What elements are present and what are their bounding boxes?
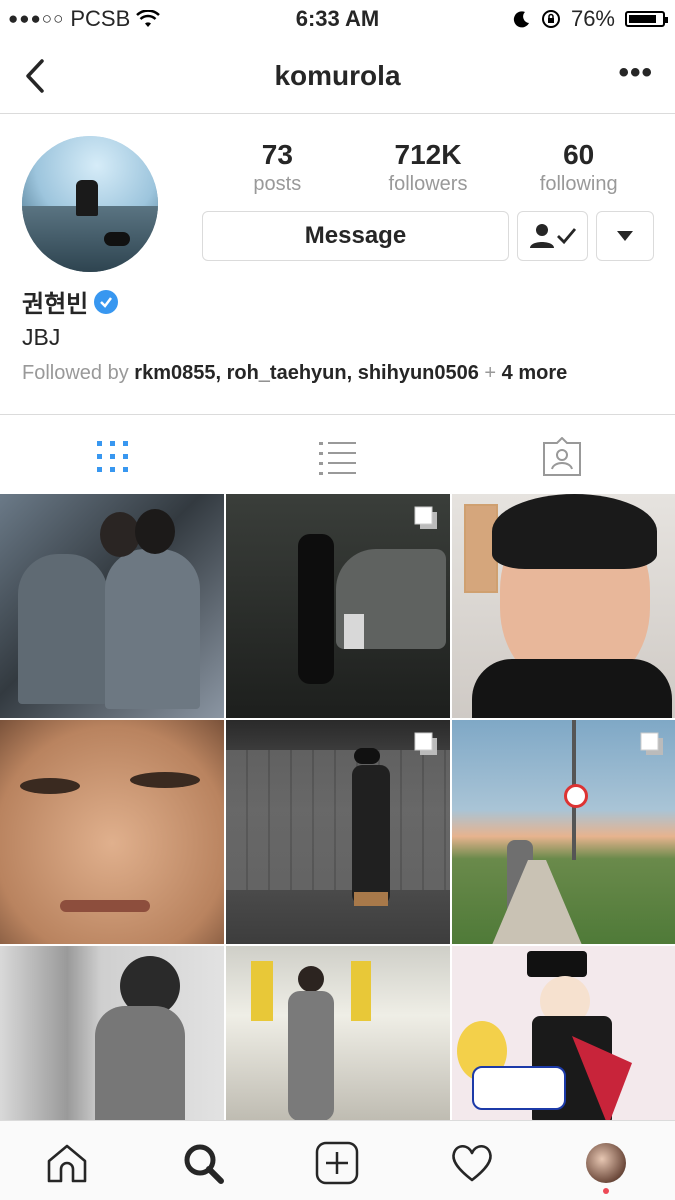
grid-post-2[interactable] (226, 494, 450, 718)
photo-grid (0, 494, 675, 1120)
followed-by-users[interactable]: rkm0855, roh_taehyun, shihyun0506 (134, 362, 479, 384)
following-label: following (539, 173, 618, 195)
heart-icon[interactable] (450, 1141, 494, 1185)
following-button[interactable] (517, 211, 588, 261)
profile-stats: 73 posts 712K followers 60 following (202, 140, 654, 198)
suggestions-dropdown-button[interactable] (596, 211, 654, 261)
nav-bar: komurola ••• (0, 36, 675, 114)
grid-icon[interactable] (93, 437, 133, 477)
profile-avatar[interactable] (22, 136, 158, 272)
following-count: 60 (563, 139, 595, 170)
grid-post-6[interactable] (452, 720, 675, 944)
multiple-photos-icon (640, 732, 663, 755)
followed-by-line[interactable]: Followed by rkm0855, roh_taehyun, shihyu… (22, 362, 567, 385)
grid-post-5[interactable] (226, 720, 450, 944)
multiple-photos-icon (414, 732, 437, 755)
profile-name: 권현빈 (22, 291, 89, 318)
posts-count: 73 (261, 139, 293, 170)
notification-dot (603, 1188, 609, 1194)
list-icon[interactable] (318, 437, 358, 477)
followers-stat[interactable]: 712K followers (353, 140, 504, 198)
new-post-icon[interactable] (315, 1141, 359, 1185)
grid-post-7[interactable] (0, 946, 224, 1120)
profile-tab-avatar[interactable] (586, 1143, 626, 1183)
battery-percentage: 76% (570, 6, 615, 31)
battery-icon (625, 11, 668, 27)
moon-icon (513, 11, 529, 28)
profile-name-row: 권현빈 (22, 284, 119, 319)
multiple-photos-icon (414, 506, 437, 529)
verified-badge-icon (94, 289, 119, 314)
following-stat[interactable]: 60 following (503, 140, 654, 198)
home-icon[interactable] (45, 1141, 89, 1185)
more-options-icon[interactable]: ••• (618, 56, 653, 90)
followers-count: 712K (394, 139, 462, 170)
rotation-lock-icon (541, 10, 560, 28)
view-tabs (0, 414, 675, 494)
person-check-icon (529, 224, 576, 248)
grid-post-3[interactable] (452, 494, 675, 718)
posts-stat[interactable]: 73 posts (202, 140, 353, 198)
profile-bio: JBJ (22, 324, 61, 350)
grid-post-8[interactable] (226, 946, 450, 1120)
followed-by-separator: + (478, 362, 502, 384)
grid-post-4[interactable] (0, 720, 224, 944)
message-button[interactable]: Message (202, 211, 509, 261)
grid-post-1[interactable] (0, 494, 224, 718)
posts-label: posts (253, 173, 302, 195)
caret-down-icon (617, 231, 633, 241)
status-bar: ●●●○○ PCSB 6:33 AM 76% (0, 0, 675, 36)
status-icons: 76% (513, 6, 668, 32)
followed-by-more[interactable]: 4 more (502, 362, 568, 384)
search-icon[interactable] (181, 1141, 225, 1185)
bottom-tab-bar (0, 1120, 675, 1200)
followed-by-prefix: Followed by (22, 362, 135, 384)
followers-label: followers (388, 173, 468, 195)
page-title: komurola (274, 60, 401, 91)
grid-post-9[interactable] (452, 946, 675, 1120)
tagged-photo-icon[interactable] (542, 437, 582, 477)
